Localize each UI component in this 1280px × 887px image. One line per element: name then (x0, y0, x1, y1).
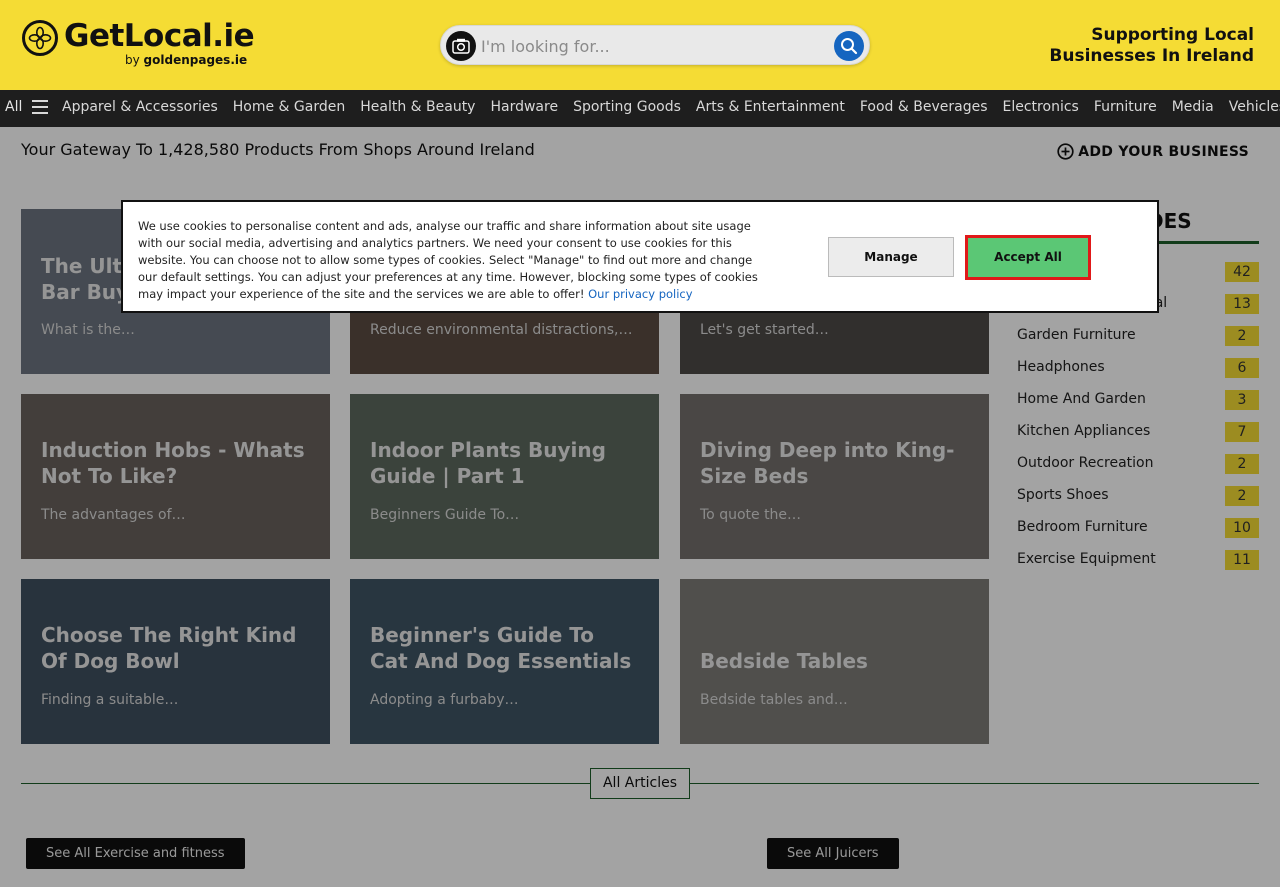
search-icon (841, 38, 858, 55)
category-nav: All Apparel & Accessories Home & Garden … (0, 90, 1280, 127)
nav-item-health-beauty[interactable]: Health & Beauty (360, 99, 475, 115)
nav-all[interactable]: All (5, 99, 22, 115)
camera-search-icon[interactable] (446, 31, 476, 61)
logo-text: GetLocal.ie (64, 18, 255, 54)
nav-item-vehicles[interactable]: Vehicles (1229, 99, 1280, 115)
site-header: GetLocal.ie by goldenpages.ie Supporting… (0, 0, 1280, 90)
header-tagline: Supporting Local Businesses In Ireland (1049, 25, 1254, 66)
search-input[interactable] (481, 31, 821, 61)
cookie-consent-dialog: We use cookies to personalise content an… (121, 200, 1159, 313)
hamburger-menu-icon[interactable] (32, 100, 48, 116)
search-button[interactable] (834, 31, 864, 61)
nav-item-furniture[interactable]: Furniture (1094, 99, 1157, 115)
logo-flower-icon (22, 20, 58, 56)
site-logo[interactable]: GetLocal.ie by goldenpages.ie (22, 18, 262, 72)
logo-subtitle: by goldenpages.ie (125, 53, 248, 67)
nav-item-hardware[interactable]: Hardware (490, 99, 558, 115)
nav-item-home-garden[interactable]: Home & Garden (233, 99, 345, 115)
accept-all-button[interactable]: Accept All (965, 235, 1091, 280)
manage-cookies-button[interactable]: Manage (828, 237, 954, 277)
nav-item-food-beverages[interactable]: Food & Beverages (860, 99, 988, 115)
privacy-policy-link[interactable]: Our privacy policy (588, 287, 692, 301)
search-bar (440, 25, 870, 65)
nav-item-apparel[interactable]: Apparel & Accessories (62, 99, 218, 115)
nav-items: Apparel & Accessories Home & Garden Heal… (62, 99, 1280, 115)
nav-item-arts-entertainment[interactable]: Arts & Entertainment (696, 99, 845, 115)
nav-item-electronics[interactable]: Electronics (1003, 99, 1079, 115)
nav-item-media[interactable]: Media (1172, 99, 1214, 115)
cookie-text: We use cookies to personalise content an… (138, 219, 758, 301)
nav-item-sporting-goods[interactable]: Sporting Goods (573, 99, 681, 115)
